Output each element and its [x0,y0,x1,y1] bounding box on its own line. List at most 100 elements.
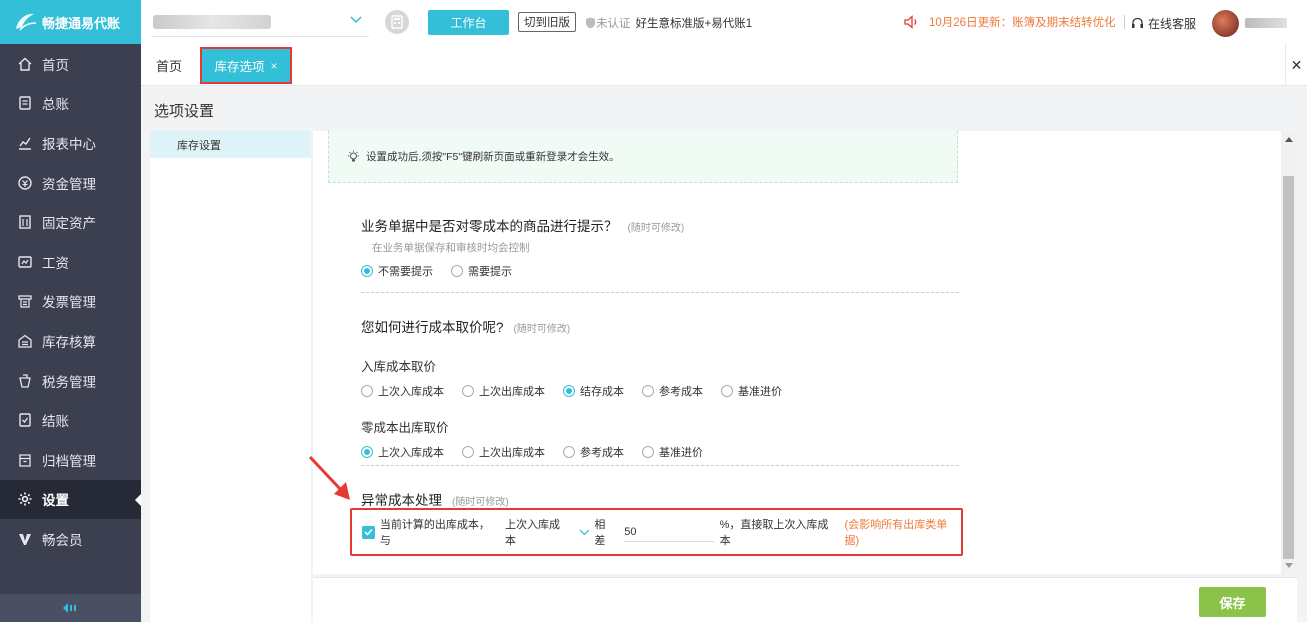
logo-swirl-icon [16,13,37,31]
cost-basis-select-value: 上次入库成本 [505,519,561,547]
sidebar-item[interactable]: 首页 [0,44,141,84]
tip-banner: 设置成功后,须按"F5"键刷新页面或重新登录才会生效。 [328,131,958,183]
sidebar-item-label: 库存核算 [42,334,96,350]
settings-tree: 库存设置 [150,131,311,622]
abnormal-cost-section: 异常成本处理 (随时可修改) [361,489,959,509]
radio-option[interactable]: 上次出库成本 [462,383,545,399]
annotation-arrow-icon [308,455,350,500]
inbound-cost-label: 入库成本取价 [361,360,437,374]
sidebar-item[interactable]: 固定资产 [0,202,141,242]
radio-option-label: 结存成本 [580,386,624,398]
certification-status: 未认证 好生意标准版+易代账1 [585,15,752,31]
radio-circle-icon [361,446,373,458]
sidebar-item[interactable]: 畅会员 [0,519,141,559]
online-support-label: 在线客服 [1148,17,1197,31]
radio-option[interactable]: 上次出库成本 [462,444,545,460]
sidebar-item-label: 设置 [42,493,69,509]
tab-close-icon[interactable]: × [271,59,278,73]
sidebar-item[interactable]: 发票管理 [0,282,141,322]
sidebar-item-label: 报表中心 [42,136,96,152]
checkout-icon [17,412,33,428]
sidebar-item-label: 固定资产 [42,216,96,232]
save-button[interactable]: 保存 [1199,587,1266,617]
update-notice-text: 10月26日更新：账簿及期末结转优化 [929,17,1116,29]
radio-circle-icon [642,446,654,458]
sidebar-item-label: 畅会员 [42,532,83,548]
sidebar-item[interactable]: 设置 [0,479,141,520]
radio-circle-icon [451,265,463,277]
cost-basis-select[interactable]: 上次入库成本 [505,516,589,548]
scroll-down-icon[interactable] [1285,563,1293,568]
online-support-button[interactable]: 在线客服 [1131,15,1196,32]
sidebar-item[interactable]: 资金管理 [0,163,141,203]
inbound-cost-radios: 上次入库成本 上次出库成本 结存成本 参考成本 基准进价 [361,383,959,399]
radio-option-label: 上次出库成本 [479,447,545,459]
user-name-blurred[interactable] [1245,18,1287,28]
sidebar-item-label: 税务管理 [42,374,96,390]
radio-circle-icon [462,385,474,397]
radio-option[interactable]: 上次入库成本 [361,383,444,399]
home-icon [17,56,33,72]
logo-text: 畅捷通易代账 [42,15,121,31]
sidebar-item[interactable]: 归档管理 [0,440,141,480]
abnormal-cost-checkbox[interactable] [362,525,375,539]
cost-pricing-section: 您如何进行成本取价呢? (随时可修改) 入库成本取价 上次入库成本 上次出库成本结… [361,316,959,460]
sidebar-item[interactable]: 报表中心 [0,123,141,163]
logo[interactable]: 畅捷通易代账 [0,0,141,44]
invoice-icon [17,293,33,309]
workbench-button[interactable]: 工作台 [428,10,509,35]
sidebar-item-label: 结账 [42,414,69,430]
footer-bar: 保存 [313,577,1297,622]
zero-cost-prompt-subtitle: 在业务单据保存和审核时均会控制 [372,242,530,254]
lightbulb-icon [348,150,359,162]
radio-option[interactable]: 参考成本 [642,383,703,399]
zero-cost-prompt-section: 业务单据中是否对零成本的商品进行提示？ (随时可修改) 在业务单据保存和审核时均… [361,215,959,279]
zero-cost-prompt-radios: 不需要提示 需要提示 [361,263,959,279]
building-icon [17,214,33,230]
sidebar-item[interactable]: 库存核算 [0,321,141,361]
sidebar-item[interactable]: 税务管理 [0,361,141,401]
zero-cost-prompt-hint: (随时可修改) [627,223,685,234]
radio-option-label: 基准进价 [738,386,782,398]
vip-icon [17,531,33,547]
radio-option[interactable]: 参考成本 [563,444,624,460]
zero-cost-outbound-radios: 上次入库成本 上次出库成本 参考成本 基准进价 [361,444,959,460]
shield-icon [586,17,595,29]
page-title: 选项设置 [154,103,215,120]
cost-pricing-title: 您如何进行成本取价呢? (随时可修改) [361,316,959,336]
radio-option[interactable]: 不需要提示 [361,263,433,279]
account-select[interactable] [151,7,369,37]
ledger-icon [17,95,33,111]
scroll-thumb[interactable] [1283,176,1294,559]
tab-home[interactable]: 首页 [156,56,182,75]
radio-option[interactable]: 基准进价 [721,383,782,399]
radio-circle-icon [563,385,575,397]
user-avatar[interactable] [1212,10,1239,37]
diff-percent-input[interactable]: 50 [624,522,714,542]
tab-inventory-options[interactable]: 库存选项 × [200,47,292,84]
sidebar-nav: 首页总账报表中心资金管理固定资产工资发票管理库存核算税务管理结账归档管理设置畅会… [0,44,141,559]
sidebar-item[interactable]: 总账 [0,84,141,124]
top-header: 工作台 切到旧版 未认证 好生意标准版+易代账1 10月26日更新：账簿及期末结… [141,0,1307,44]
chevron-down-icon [350,16,362,24]
sidebar-item-label: 首页 [42,57,69,73]
radio-option[interactable]: 结存成本 [563,383,624,399]
sidebar-item[interactable]: 结账 [0,400,141,440]
calculator-icon[interactable] [385,10,409,34]
radio-option[interactable]: 需要提示 [451,263,512,279]
update-notice[interactable]: 10月26日更新：账簿及期末结转优化 [904,14,1133,30]
close-all-tabs-icon[interactable]: ✕ [1285,44,1307,86]
switch-old-version-button[interactable]: 切到旧版 [518,12,576,32]
sidebar-item-label: 工资 [42,255,69,271]
sidebar-item-label: 归档管理 [42,453,96,469]
radio-circle-icon [462,446,474,458]
radio-option[interactable]: 基准进价 [642,444,703,460]
sidebar-collapse-button[interactable] [0,594,141,622]
content-scrollbar[interactable] [1281,131,1297,574]
tree-item-inventory-settings[interactable]: 库存设置 [150,131,311,158]
sidebar-item[interactable]: 工资 [0,242,141,282]
radio-option[interactable]: 上次入库成本 [361,444,444,460]
scroll-up-icon[interactable] [1285,137,1293,142]
sidebar-item-label: 总账 [42,97,69,113]
cost-pricing-hint: (随时可修改) [513,324,571,335]
